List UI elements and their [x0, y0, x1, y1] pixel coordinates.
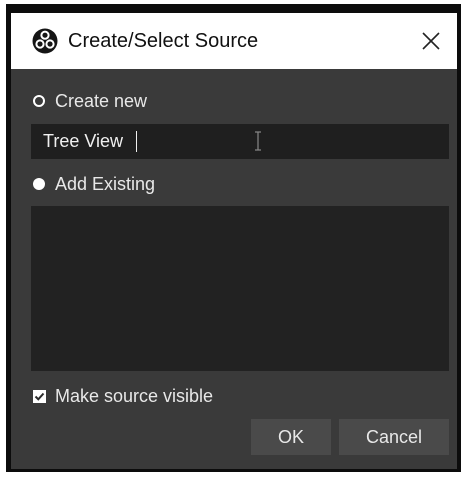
radio-selected-icon [33, 178, 45, 190]
ibeam-cursor-icon [253, 130, 263, 152]
cancel-button[interactable]: Cancel [339, 419, 449, 455]
add-existing-radio[interactable]: Add Existing [33, 174, 155, 194]
create-select-source-dialog: Create/Select Source Create new Add Exis… [11, 13, 457, 469]
create-new-radio[interactable]: Create new [33, 91, 147, 111]
add-existing-label: Add Existing [55, 174, 156, 194]
ok-button[interactable]: OK [251, 419, 331, 455]
text-caret [136, 131, 137, 152]
checkbox-checked-icon [33, 389, 46, 403]
radio-unselected-icon [33, 95, 45, 107]
close-icon [422, 32, 440, 50]
source-name-input[interactable] [31, 124, 449, 159]
make-source-visible-checkbox[interactable]: Make source visible [33, 386, 213, 406]
existing-sources-list[interactable] [31, 206, 449, 371]
create-new-label: Create new [55, 91, 148, 111]
obs-logo-icon [32, 28, 58, 54]
close-button[interactable] [411, 21, 451, 61]
dialog-title: Create/Select Source [68, 30, 259, 52]
title-bar: Create/Select Source [11, 13, 457, 69]
make-source-visible-label: Make source visible [55, 386, 214, 406]
